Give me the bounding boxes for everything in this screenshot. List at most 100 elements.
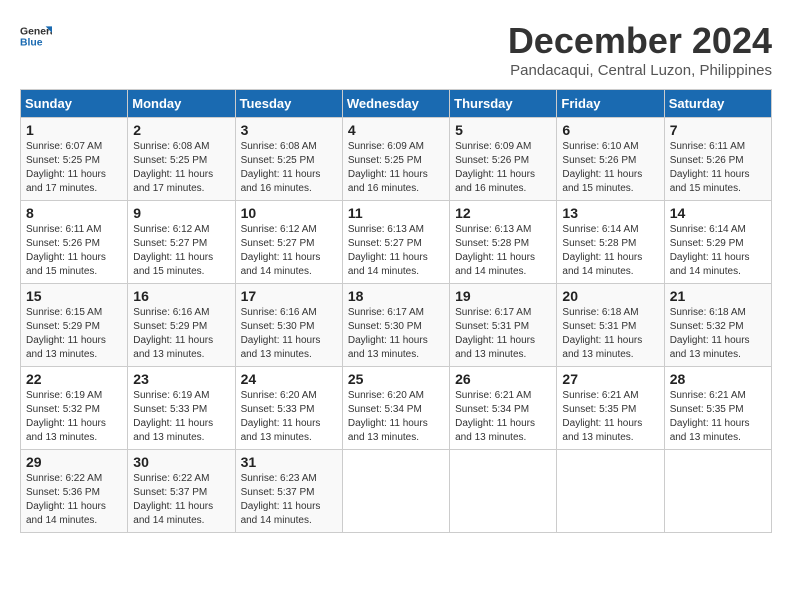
day-info: Sunrise: 6:16 AM Sunset: 5:29 PM Dayligh… [133,306,229,362]
day-info: Sunrise: 6:19 AM Sunset: 5:33 PM Dayligh… [133,389,229,445]
day-number: 15 [26,288,122,304]
day-number: 21 [670,288,766,304]
logo-icon: General Blue [20,20,52,52]
day-number: 29 [26,454,122,470]
calendar-cell: 2 Sunrise: 6:08 AM Sunset: 5:25 PM Daylig… [128,118,235,201]
day-number: 31 [241,454,337,470]
calendar-cell: 26 Sunrise: 6:21 AM Sunset: 5:34 PM Dayli… [450,367,557,450]
calendar-cell: 8 Sunrise: 6:11 AM Sunset: 5:26 PM Daylig… [21,201,128,284]
calendar-cell: 25 Sunrise: 6:20 AM Sunset: 5:34 PM Dayli… [342,367,449,450]
day-info: Sunrise: 6:12 AM Sunset: 5:27 PM Dayligh… [133,223,229,279]
day-number: 8 [26,205,122,221]
calendar-cell: 11 Sunrise: 6:13 AM Sunset: 5:27 PM Dayli… [342,201,449,284]
day-number: 5 [455,122,551,138]
calendar-cell: 15 Sunrise: 6:15 AM Sunset: 5:29 PM Dayli… [21,284,128,367]
svg-text:Blue: Blue [20,38,43,49]
day-number: 16 [133,288,229,304]
day-info: Sunrise: 6:09 AM Sunset: 5:25 PM Dayligh… [348,140,444,196]
day-number: 3 [241,122,337,138]
calendar-cell: 4Sunrise: 6:09 AM Sunset: 5:25 PM Daylig… [342,118,449,201]
day-info: Sunrise: 6:11 AM Sunset: 5:26 PM Dayligh… [670,140,766,196]
day-info: Sunrise: 6:18 AM Sunset: 5:32 PM Dayligh… [670,306,766,362]
day-info: Sunrise: 6:16 AM Sunset: 5:30 PM Dayligh… [241,306,337,362]
calendar-week-row: 1Sunrise: 6:07 AM Sunset: 5:25 PM Daylig… [21,118,772,201]
calendar-cell: 18Sunrise: 6:17 AM Sunset: 5:30 PM Dayli… [342,284,449,367]
day-info: Sunrise: 6:13 AM Sunset: 5:27 PM Dayligh… [348,223,444,279]
calendar-cell [557,450,664,533]
day-info: Sunrise: 6:21 AM Sunset: 5:34 PM Dayligh… [455,389,551,445]
svg-text:General: General [20,26,52,37]
day-info: Sunrise: 6:07 AM Sunset: 5:25 PM Dayligh… [26,140,122,196]
day-info: Sunrise: 6:12 AM Sunset: 5:27 PM Dayligh… [241,223,337,279]
day-number: 27 [562,371,658,387]
day-number: 6 [562,122,658,138]
day-number: 25 [348,371,444,387]
day-number: 22 [26,371,122,387]
calendar-cell: 3 Sunrise: 6:08 AM Sunset: 5:25 PM Daylig… [235,118,342,201]
calendar-week-row: 15 Sunrise: 6:15 AM Sunset: 5:29 PM Dayli… [21,284,772,367]
day-number: 13 [562,205,658,221]
calendar-cell: 17 Sunrise: 6:16 AM Sunset: 5:30 PM Dayli… [235,284,342,367]
calendar-cell: 28Sunrise: 6:21 AM Sunset: 5:35 PM Dayli… [664,367,771,450]
calendar-cell: 30 Sunrise: 6:22 AM Sunset: 5:37 PM Dayli… [128,450,235,533]
calendar-cell [450,450,557,533]
page-header: General Blue December 2024 Pandacaqui, C… [20,20,772,79]
day-number: 26 [455,371,551,387]
calendar-cell: 12Sunrise: 6:13 AM Sunset: 5:28 PM Dayli… [450,201,557,284]
day-number: 23 [133,371,229,387]
calendar-cell: 9 Sunrise: 6:12 AM Sunset: 5:27 PM Daylig… [128,201,235,284]
day-info: Sunrise: 6:08 AM Sunset: 5:25 PM Dayligh… [241,140,337,196]
day-info: Sunrise: 6:08 AM Sunset: 5:25 PM Dayligh… [133,140,229,196]
calendar-cell [342,450,449,533]
day-info: Sunrise: 6:11 AM Sunset: 5:26 PM Dayligh… [26,223,122,279]
day-info: Sunrise: 6:20 AM Sunset: 5:34 PM Dayligh… [348,389,444,445]
day-number: 11 [348,205,444,221]
calendar-cell: 7Sunrise: 6:11 AM Sunset: 5:26 PM Daylig… [664,118,771,201]
day-info: Sunrise: 6:18 AM Sunset: 5:31 PM Dayligh… [562,306,658,362]
day-number: 17 [241,288,337,304]
day-header-wednesday: Wednesday [342,90,449,118]
day-number: 10 [241,205,337,221]
calendar-cell: 13 Sunrise: 6:14 AM Sunset: 5:28 PM Dayli… [557,201,664,284]
day-header-tuesday: Tuesday [235,90,342,118]
day-info: Sunrise: 6:15 AM Sunset: 5:29 PM Dayligh… [26,306,122,362]
calendar-cell: 20 Sunrise: 6:18 AM Sunset: 5:31 PM Dayli… [557,284,664,367]
calendar-cell [664,450,771,533]
day-number: 2 [133,122,229,138]
day-info: Sunrise: 6:22 AM Sunset: 5:36 PM Dayligh… [26,472,122,528]
calendar-cell: 22Sunrise: 6:19 AM Sunset: 5:32 PM Dayli… [21,367,128,450]
calendar-week-row: 22Sunrise: 6:19 AM Sunset: 5:32 PM Dayli… [21,367,772,450]
day-info: Sunrise: 6:10 AM Sunset: 5:26 PM Dayligh… [562,140,658,196]
day-info: Sunrise: 6:22 AM Sunset: 5:37 PM Dayligh… [133,472,229,528]
calendar-cell: 31Sunrise: 6:23 AM Sunset: 5:37 PM Dayli… [235,450,342,533]
location-subtitle: Pandacaqui, Central Luzon, Philippines [508,62,772,79]
month-title: December 2024 [508,20,772,62]
calendar-cell: 21 Sunrise: 6:18 AM Sunset: 5:32 PM Dayli… [664,284,771,367]
calendar-header-row: SundayMondayTuesdayWednesdayThursdayFrid… [21,90,772,118]
day-number: 20 [562,288,658,304]
day-info: Sunrise: 6:21 AM Sunset: 5:35 PM Dayligh… [562,389,658,445]
day-header-sunday: Sunday [21,90,128,118]
day-header-friday: Friday [557,90,664,118]
day-header-monday: Monday [128,90,235,118]
calendar-cell: 29 Sunrise: 6:22 AM Sunset: 5:36 PM Dayli… [21,450,128,533]
calendar-body: 1Sunrise: 6:07 AM Sunset: 5:25 PM Daylig… [21,118,772,533]
day-number: 30 [133,454,229,470]
day-number: 19 [455,288,551,304]
day-info: Sunrise: 6:14 AM Sunset: 5:28 PM Dayligh… [562,223,658,279]
day-info: Sunrise: 6:13 AM Sunset: 5:28 PM Dayligh… [455,223,551,279]
day-info: Sunrise: 6:14 AM Sunset: 5:29 PM Dayligh… [670,223,766,279]
calendar-week-row: 29 Sunrise: 6:22 AM Sunset: 5:36 PM Dayli… [21,450,772,533]
calendar-table: SundayMondayTuesdayWednesdayThursdayFrid… [20,89,772,533]
day-number: 9 [133,205,229,221]
day-number: 18 [348,288,444,304]
calendar-cell: 27 Sunrise: 6:21 AM Sunset: 5:35 PM Dayli… [557,367,664,450]
day-info: Sunrise: 6:09 AM Sunset: 5:26 PM Dayligh… [455,140,551,196]
calendar-cell: 5 Sunrise: 6:09 AM Sunset: 5:26 PM Daylig… [450,118,557,201]
title-block: December 2024 Pandacaqui, Central Luzon,… [508,20,772,79]
calendar-cell: 24Sunrise: 6:20 AM Sunset: 5:33 PM Dayli… [235,367,342,450]
calendar-cell: 23 Sunrise: 6:19 AM Sunset: 5:33 PM Dayli… [128,367,235,450]
day-header-thursday: Thursday [450,90,557,118]
calendar-cell: 10 Sunrise: 6:12 AM Sunset: 5:27 PM Dayli… [235,201,342,284]
day-info: Sunrise: 6:17 AM Sunset: 5:31 PM Dayligh… [455,306,551,362]
